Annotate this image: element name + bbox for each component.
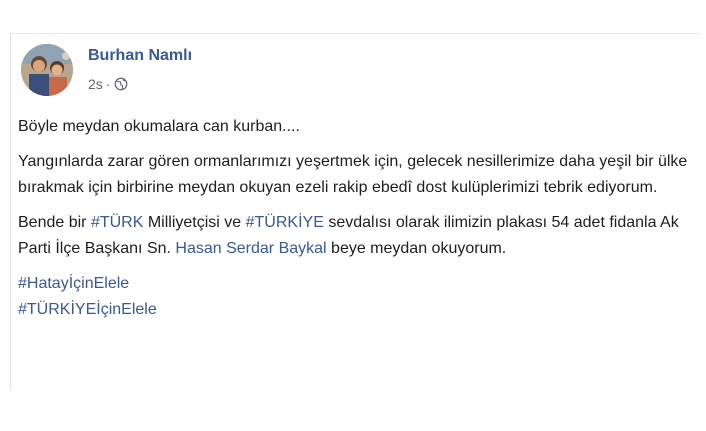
hashtag-link-hatay[interactable]: #HatayİçinElele bbox=[18, 275, 129, 292]
hashtag-list: #HatayİçinElele #TÜRKİYEİçinElele bbox=[18, 271, 688, 323]
hashtag-link-turkiye-elele[interactable]: #TÜRKİYEİçinElele bbox=[18, 301, 157, 318]
text-segment: Bende bir bbox=[18, 214, 91, 231]
globe-icon[interactable] bbox=[114, 77, 128, 91]
avatar-photo bbox=[21, 44, 73, 96]
post-paragraph: Böyle meydan okumalara can kurban.... bbox=[18, 118, 300, 135]
post-body: Böyle meydan okumalara can kurban.... Ya… bbox=[18, 114, 688, 323]
author-avatar[interactable] bbox=[21, 44, 73, 96]
hashtag-link-turkiye[interactable]: #TÜRKİYE bbox=[246, 214, 324, 231]
text-segment: beye meydan okuyorum. bbox=[326, 240, 507, 257]
meta-separator: · bbox=[105, 76, 111, 92]
text-segment: Milliyetçisi ve bbox=[143, 214, 246, 231]
post-paragraph: Yangınlarda zarar gören ormanlarımızı ye… bbox=[18, 153, 688, 196]
post-paragraph: Bende bir #TÜRK Milliyetçisi ve #TÜRKİYE… bbox=[18, 210, 688, 262]
mention-link[interactable]: Hasan Serdar Baykal bbox=[175, 240, 326, 257]
post-timestamp[interactable]: 2s bbox=[88, 76, 103, 92]
post-header: Burhan Namlı 2s · bbox=[21, 44, 521, 104]
post-meta: 2s · bbox=[88, 76, 128, 92]
feed-post: Burhan Namlı 2s · Böyle meydan okumalara… bbox=[10, 33, 701, 389]
hashtag-link-turk[interactable]: #TÜRK bbox=[91, 214, 143, 231]
author-name-link[interactable]: Burhan Namlı bbox=[88, 47, 192, 65]
